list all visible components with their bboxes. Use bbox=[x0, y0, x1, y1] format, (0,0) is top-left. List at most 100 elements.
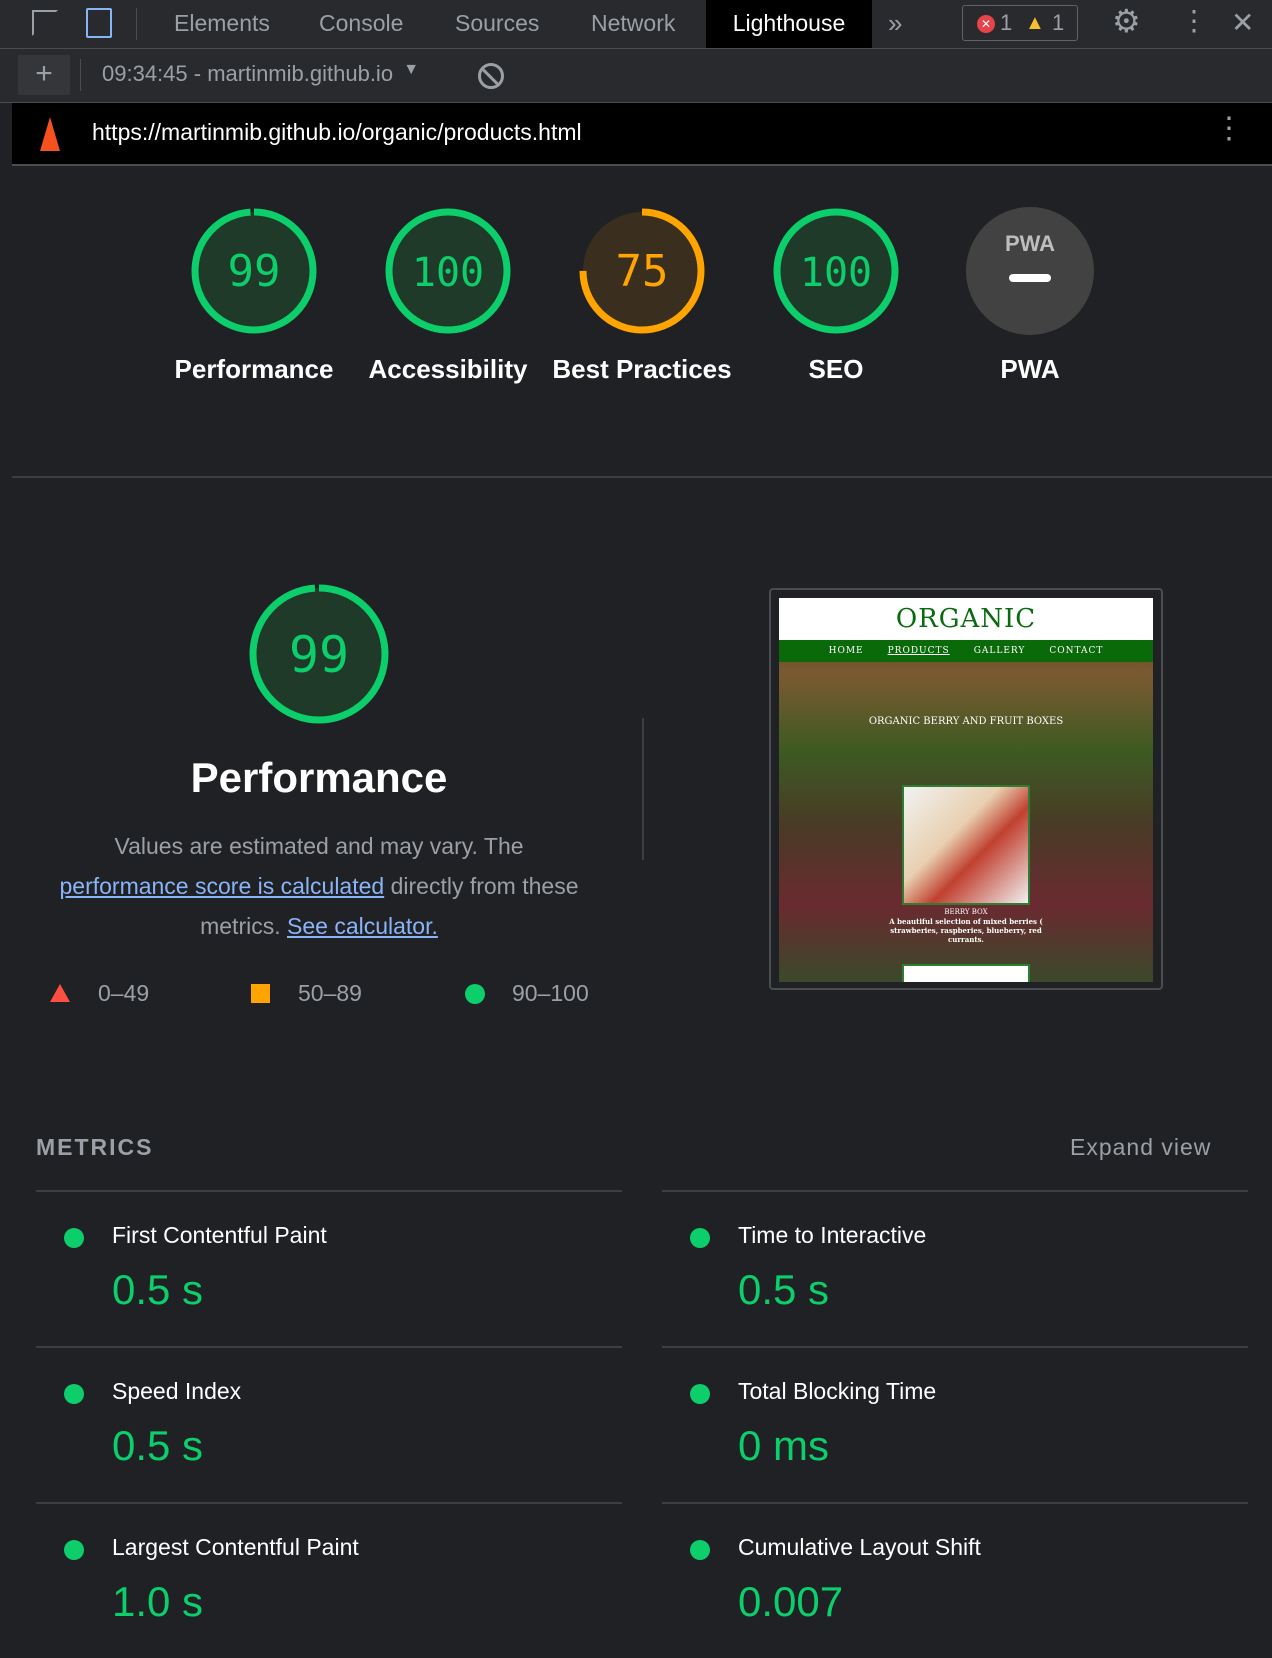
metric-largest-contentful-paint: Largest Contentful Paint 1.0 s bbox=[36, 1502, 622, 1658]
metric-label: First Contentful Paint bbox=[112, 1222, 327, 1248]
pass-circle-icon bbox=[690, 1228, 710, 1248]
legend-pass: 90–100 bbox=[512, 980, 589, 1006]
gauge-pwa[interactable]: PWA PWA bbox=[935, 207, 1125, 389]
desc-text: Values are estimated and may vary. The bbox=[114, 833, 524, 859]
thumb-nav-item: GALLERY bbox=[973, 646, 1026, 656]
metric-label: Time to Interactive bbox=[738, 1222, 927, 1248]
fail-triangle-icon bbox=[50, 984, 70, 1002]
lighthouse-toolbar: + 09:34:45 - martinmib.github.io ▼ bbox=[0, 49, 1272, 103]
performance-big-gauge: 99 bbox=[247, 582, 391, 726]
report-url[interactable]: https://martinmib.github.io/organic/prod… bbox=[92, 119, 582, 146]
metric-label: Largest Contentful Paint bbox=[112, 1534, 359, 1560]
dropdown-arrow-icon: ▼ bbox=[403, 61, 420, 78]
tab-sources[interactable]: Sources bbox=[431, 0, 563, 48]
divider bbox=[80, 59, 81, 91]
gauge-seo[interactable]: 100 SEO bbox=[741, 207, 931, 389]
metric-label: Speed Index bbox=[112, 1378, 242, 1404]
gauge-performance[interactable]: 99 Performance bbox=[159, 207, 349, 389]
score-calculated-link[interactable]: performance score is calculated bbox=[59, 873, 384, 899]
thumb-card-desc: A beautiful selection of mixed berries (… bbox=[889, 917, 1043, 944]
pwa-badge-icon: PWA bbox=[966, 207, 1094, 335]
average-square-icon bbox=[251, 984, 270, 1003]
inspect-element-icon[interactable] bbox=[32, 10, 58, 36]
thumb-nav-item: PRODUCTS bbox=[887, 646, 950, 656]
gauge-score: 99 bbox=[228, 246, 281, 297]
lighthouse-logo-icon bbox=[40, 117, 60, 151]
warning-count: 1 bbox=[1052, 10, 1065, 35]
gauge-label: Performance bbox=[174, 354, 334, 384]
metric-first-contentful-paint: First Contentful Paint 0.5 s bbox=[36, 1190, 622, 1346]
metric-label: Total Blocking Time bbox=[738, 1378, 937, 1404]
pass-circle-icon bbox=[64, 1540, 84, 1560]
expand-view-button[interactable]: Expand view bbox=[1070, 1134, 1211, 1161]
gauge-label: Accessibility bbox=[368, 354, 528, 384]
gauge-label: PWA bbox=[1000, 354, 1060, 384]
tab-elements[interactable]: Elements bbox=[150, 0, 294, 48]
gauge-score: PWA bbox=[1005, 231, 1055, 256]
metric-value: 0.007 bbox=[738, 1578, 844, 1625]
metric-total-blocking-time: Total Blocking Time 0 ms bbox=[662, 1346, 1248, 1502]
thumb-nav: HOME PRODUCTS GALLERY CONTACT bbox=[779, 640, 1153, 662]
thumb-product-image bbox=[902, 785, 1030, 905]
desc-text: metrics. bbox=[200, 913, 281, 939]
settings-gear-icon[interactable]: ⚙ bbox=[1112, 2, 1141, 40]
thumb-card-title: BERRY BOX bbox=[944, 908, 988, 916]
warning-icon: ▲ bbox=[1025, 12, 1045, 34]
clear-reports-icon[interactable] bbox=[478, 63, 504, 89]
report-body: 99 Performance 100 Accessibility 75 Best Prac… bbox=[12, 166, 1272, 1625]
see-calculator-link[interactable]: See calculator. bbox=[287, 913, 438, 939]
devtools-tabbar: Elements Console Sources Network Lightho… bbox=[0, 0, 1272, 49]
performance-title: Performance bbox=[190, 754, 448, 801]
gauge-best-practices[interactable]: 75 Best Practices bbox=[547, 207, 737, 389]
tab-lighthouse[interactable]: Lighthouse bbox=[706, 0, 872, 48]
report-select[interactable]: 09:34:45 - martinmib.github.io ▼ bbox=[102, 61, 447, 87]
legend-average: 50–89 bbox=[298, 980, 362, 1006]
report-select-value: 09:34:45 - martinmib.github.io bbox=[102, 61, 394, 86]
pass-circle-icon bbox=[690, 1384, 710, 1404]
report-menu-icon[interactable]: ⋮ bbox=[1214, 111, 1244, 146]
error-count: 1 bbox=[1000, 10, 1013, 35]
metric-speed-index: Speed Index 0.5 s bbox=[36, 1346, 622, 1502]
metric-label: Cumulative Layout Shift bbox=[738, 1534, 981, 1560]
metric-value: 0.5 s bbox=[738, 1266, 830, 1313]
device-toolbar-icon[interactable] bbox=[86, 8, 112, 38]
metric-value: 0 ms bbox=[738, 1422, 830, 1469]
gauge-score: 100 bbox=[412, 250, 484, 296]
metric-time-to-interactive: Time to Interactive 0.5 s bbox=[662, 1190, 1248, 1346]
more-options-icon[interactable]: ⋮ bbox=[1180, 4, 1208, 37]
tab-console[interactable]: Console bbox=[295, 0, 427, 48]
tab-network[interactable]: Network bbox=[567, 0, 699, 48]
thumb-nav-item: HOME bbox=[828, 646, 864, 656]
gauge-accessibility[interactable]: 100 Accessibility bbox=[353, 207, 543, 389]
pass-circle-icon bbox=[64, 1228, 84, 1248]
pass-circle-icon bbox=[465, 984, 485, 1004]
gauge-score: 75 bbox=[616, 246, 669, 297]
thumb-nav-item: CONTACT bbox=[1049, 646, 1104, 656]
pass-circle-icon bbox=[690, 1540, 710, 1560]
performance-score: 99 bbox=[289, 626, 349, 684]
gauge-label: Best Practices bbox=[552, 354, 732, 384]
more-tabs-icon[interactable]: » bbox=[888, 8, 902, 39]
gauge-label: SEO bbox=[808, 354, 864, 384]
thumb-hero: ORGANIC BERRY AND FRUIT BOXES bbox=[868, 716, 1064, 727]
pass-circle-icon bbox=[64, 1384, 84, 1404]
metrics-heading: METRICS bbox=[36, 1134, 154, 1160]
thumb-site-title: ORGANIC bbox=[779, 598, 1153, 640]
metric-value: 0.5 s bbox=[112, 1266, 204, 1313]
final-screenshot[interactable]: ORGANIC HOME PRODUCTS GALLERY CONTACT ORGAN… bbox=[769, 588, 1163, 990]
thumb-product-image bbox=[902, 964, 1030, 982]
close-icon[interactable]: ✕ bbox=[1231, 6, 1254, 39]
legend-fail: 0–49 bbox=[98, 980, 150, 1006]
error-icon: ✕ bbox=[977, 15, 995, 33]
gauge-score: 100 bbox=[800, 250, 872, 296]
divider bbox=[642, 718, 644, 860]
report-url-bar: https://martinmib.github.io/organic/prod… bbox=[12, 103, 1272, 166]
new-report-plus-icon[interactable]: + bbox=[18, 55, 70, 95]
performance-description: Values are estimated and may vary. The p… bbox=[32, 826, 606, 946]
divider bbox=[12, 476, 1272, 478]
issues-counter[interactable]: ✕ 1 ▲ 1 bbox=[962, 5, 1078, 41]
metric-value: 1.0 s bbox=[112, 1578, 204, 1625]
metric-cumulative-layout-shift: Cumulative Layout Shift 0.007 bbox=[662, 1502, 1248, 1658]
desc-text: directly from these bbox=[390, 873, 579, 899]
divider bbox=[136, 8, 137, 40]
